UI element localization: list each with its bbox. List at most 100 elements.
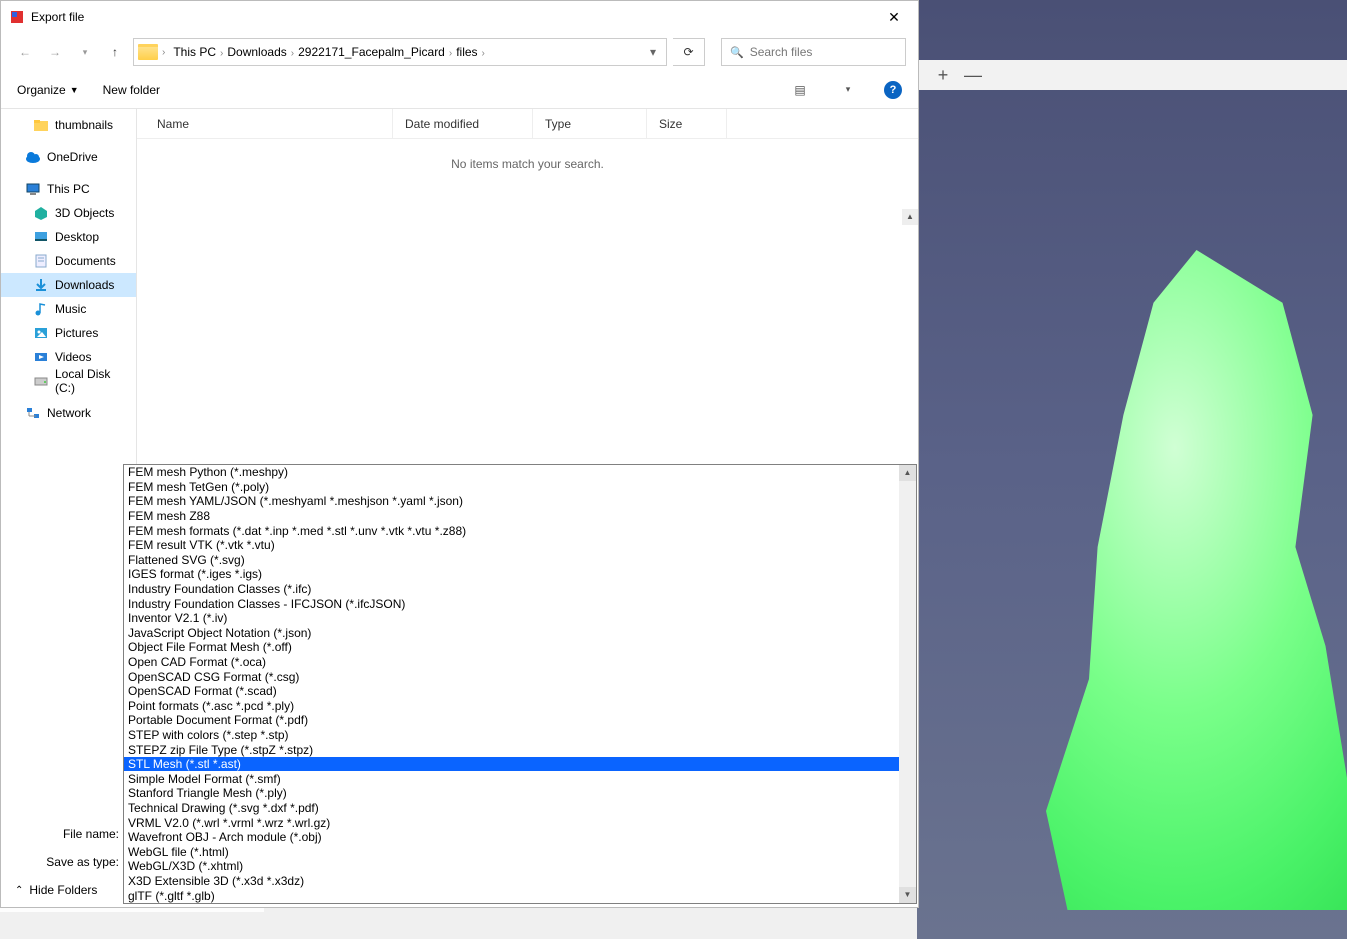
tree-item-music[interactable]: Music (1, 297, 136, 321)
tree-item-documents[interactable]: Documents (1, 249, 136, 273)
save-as-type-label: Save as type: (11, 855, 123, 869)
file-type-option[interactable]: Technical Drawing (*.svg *.dxf *.pdf) (124, 801, 899, 816)
viewport-3d[interactable] (917, 0, 1347, 939)
file-type-option[interactable]: FEM mesh Z88 (124, 509, 899, 524)
close-button[interactable]: ✕ (876, 3, 912, 31)
forward-button[interactable]: → (43, 40, 67, 64)
address-dropdown[interactable]: ▾ (644, 45, 662, 59)
search-input[interactable]: 🔍 Search files (721, 38, 906, 66)
zoom-in-icon[interactable]: + (933, 65, 953, 85)
help-button[interactable]: ? (884, 81, 902, 99)
scrollbar[interactable] (899, 465, 916, 903)
recent-dropdown[interactable]: ▾ (73, 40, 97, 64)
desk-icon (33, 229, 49, 245)
folder-tree[interactable]: thumbnails OneDrive This PC 3D Objects Deskt… (1, 109, 136, 813)
tree-item-label: 3D Objects (55, 206, 114, 220)
file-type-option[interactable]: FEM result VTK (*.vtk *.vtu) (124, 538, 899, 553)
tree-item-network[interactable]: Network (1, 401, 136, 425)
refresh-button[interactable]: ⟳ (673, 38, 705, 66)
empty-message: No items match your search. (137, 139, 918, 189)
scroll-down-button[interactable]: ▼ (899, 887, 916, 903)
chevron-right-icon[interactable]: › (482, 48, 485, 59)
tree-item-pictures[interactable]: Pictures (1, 321, 136, 345)
column-size[interactable]: Size (647, 109, 727, 138)
file-type-option[interactable]: WebGL/X3D (*.xhtml) (124, 859, 899, 874)
disk-icon (33, 373, 49, 389)
folder-icon (33, 117, 49, 133)
tree-item-downloads[interactable]: Downloads (1, 273, 136, 297)
file-type-option[interactable]: X3D Extensible 3D (*.x3d *.x3dz) (124, 874, 899, 889)
file-type-option[interactable]: Simple Model Format (*.smf) (124, 771, 899, 786)
file-type-option[interactable]: JavaScript Object Notation (*.json) (124, 626, 899, 641)
file-type-option[interactable]: STEP with colors (*.step *.stp) (124, 728, 899, 743)
breadcrumb-2922171-facepalm-picard[interactable]: 2922171_Facepalm_Picard (294, 43, 449, 61)
column-name[interactable]: Name (137, 109, 393, 138)
file-type-option[interactable]: STEPZ zip File Type (*.stpZ *.stpz) (124, 742, 899, 757)
save-as-type-popup[interactable]: FEM mesh Python (*.meshpy)FEM mesh TetGe… (123, 464, 917, 904)
chevron-right-icon[interactable]: › (162, 47, 165, 58)
file-type-option[interactable]: Portable Document Format (*.pdf) (124, 713, 899, 728)
file-type-option[interactable]: VRML V2.0 (*.wrl *.vrml *.wrz *.wrl.gz) (124, 815, 899, 830)
tree-item-videos[interactable]: Videos (1, 345, 136, 369)
file-type-option[interactable]: Wavefront OBJ - Arch module (*.obj) (124, 830, 899, 845)
file-type-option[interactable]: IGES format (*.iges *.igs) (124, 567, 899, 582)
tree-item-label: Videos (55, 350, 91, 364)
tree-item-localdisk[interactable]: Local Disk (C:) (1, 369, 136, 393)
pc-icon (25, 181, 41, 197)
file-type-option[interactable]: FEM mesh TetGen (*.poly) (124, 480, 899, 495)
breadcrumb-this-pc[interactable]: This PC (169, 43, 220, 61)
scroll-up-button[interactable]: ▲ (899, 465, 916, 481)
file-type-option[interactable]: glTF (*.gltf *.glb) (124, 888, 899, 903)
file-type-option[interactable]: Open CAD Format (*.oca) (124, 655, 899, 670)
titlebar: Export file ✕ (1, 1, 918, 33)
search-icon: 🔍 (730, 46, 744, 59)
tree-item-onedrive[interactable]: OneDrive (1, 145, 136, 169)
address-bar[interactable]: › This PC›Downloads›2922171_Facepalm_Pic… (133, 38, 667, 66)
music-icon (33, 301, 49, 317)
mesh-render (917, 250, 1347, 910)
up-button[interactable]: ↑ (103, 40, 127, 64)
tree-item-label: thumbnails (55, 118, 113, 132)
file-type-option[interactable]: Inventor V2.1 (*.iv) (124, 611, 899, 626)
tree-item-desktop[interactable]: Desktop (1, 225, 136, 249)
pic-icon (33, 325, 49, 341)
view-button[interactable]: ▤ (788, 78, 812, 102)
file-type-option[interactable]: Object File Format Mesh (*.off) (124, 640, 899, 655)
toolbar: Organize ▼ New folder ▤ ▾ ? (1, 71, 918, 109)
file-type-option[interactable]: STL Mesh (*.stl *.ast) (124, 757, 899, 772)
tree-item-thispc[interactable]: This PC (1, 177, 136, 201)
cloud-icon (25, 149, 41, 165)
tree-scroll-up[interactable]: ▲ (902, 209, 918, 225)
tree-item-thumbnails[interactable]: thumbnails (1, 113, 136, 137)
column-date[interactable]: Date modified (393, 109, 533, 138)
file-type-option[interactable]: Flattened SVG (*.svg) (124, 553, 899, 568)
back-button[interactable]: ← (13, 40, 37, 64)
file-type-option[interactable]: Stanford Triangle Mesh (*.ply) (124, 786, 899, 801)
file-type-option[interactable]: FEM mesh formats (*.dat *.inp *.med *.st… (124, 523, 899, 538)
column-type[interactable]: Type (533, 109, 647, 138)
tree-item-label: Downloads (55, 278, 114, 292)
organize-button[interactable]: Organize ▼ (17, 83, 79, 97)
tree-item-label: Pictures (55, 326, 98, 340)
file-type-option[interactable]: FEM mesh YAML/JSON (*.meshyaml *.meshjso… (124, 494, 899, 509)
tree-item-label: Music (55, 302, 86, 316)
tree-item-label: Network (47, 406, 91, 420)
tree-item-label: Desktop (55, 230, 99, 244)
file-type-option[interactable]: FEM mesh Python (*.meshpy) (124, 465, 899, 480)
file-type-option[interactable]: Industry Foundation Classes (*.ifc) (124, 582, 899, 597)
file-type-option[interactable]: OpenSCAD CSG Format (*.csg) (124, 669, 899, 684)
breadcrumb-downloads[interactable]: Downloads (223, 43, 290, 61)
app-icon (9, 9, 25, 25)
breadcrumb-files[interactable]: files (452, 43, 481, 61)
tree-item-3dobjects[interactable]: 3D Objects (1, 201, 136, 225)
navbar: ← → ▾ ↑ › This PC›Downloads›2922171_Face… (1, 33, 918, 71)
file-type-option[interactable]: Point formats (*.asc *.pcd *.ply) (124, 699, 899, 714)
chevron-up-icon: ⌃ (15, 885, 23, 896)
file-type-option[interactable]: Industry Foundation Classes - IFCJSON (*… (124, 596, 899, 611)
file-type-option[interactable]: WebGL file (*.html) (124, 844, 899, 859)
new-folder-button[interactable]: New folder (103, 83, 160, 97)
tree-item-label: Local Disk (C:) (55, 367, 130, 395)
file-type-option[interactable]: OpenSCAD Format (*.scad) (124, 684, 899, 699)
zoom-out-icon[interactable]: — (963, 65, 983, 85)
view-dropdown[interactable]: ▾ (836, 78, 860, 102)
